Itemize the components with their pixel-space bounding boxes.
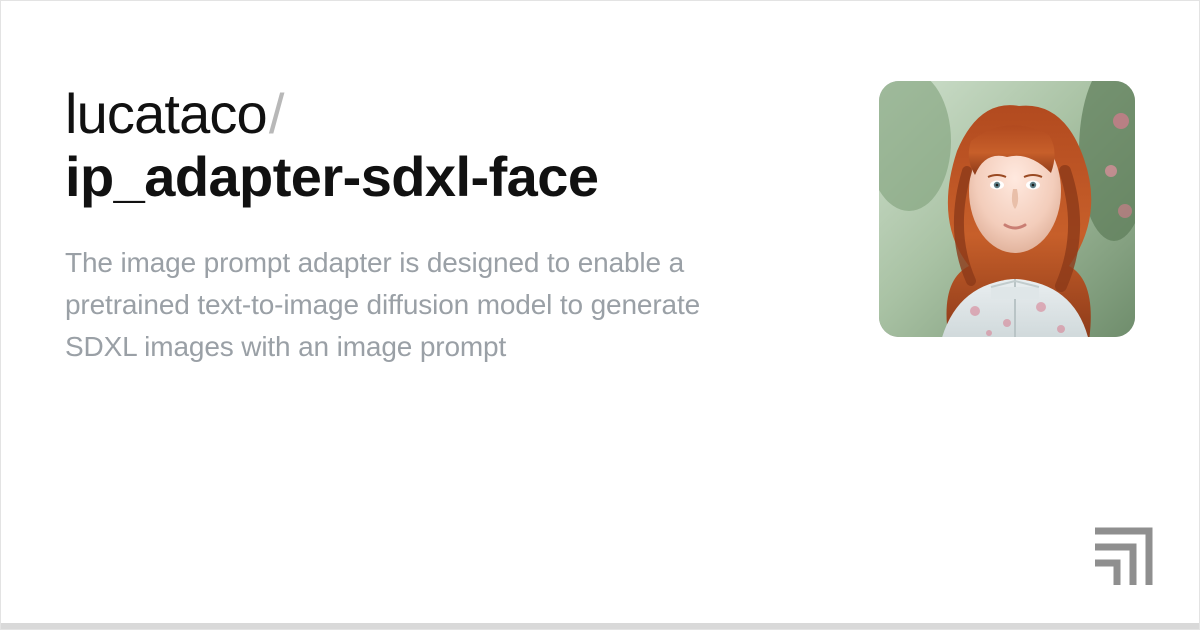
content-row: lucataco/ ip_adapter-sdxl-face The image…	[65, 73, 1135, 368]
model-title: lucataco/ ip_adapter-sdxl-face	[65, 83, 825, 208]
card-bottom-edge	[1, 623, 1199, 629]
text-column: lucataco/ ip_adapter-sdxl-face The image…	[65, 73, 825, 368]
owner-name[interactable]: lucataco	[65, 82, 267, 145]
model-description: The image prompt adapter is designed to …	[65, 242, 745, 368]
replicate-logo-icon	[1085, 521, 1153, 589]
model-preview-image	[879, 81, 1135, 337]
title-separator: /	[267, 82, 286, 145]
model-name[interactable]: ip_adapter-sdxl-face	[65, 146, 598, 209]
model-card: lucataco/ ip_adapter-sdxl-face The image…	[0, 0, 1200, 630]
